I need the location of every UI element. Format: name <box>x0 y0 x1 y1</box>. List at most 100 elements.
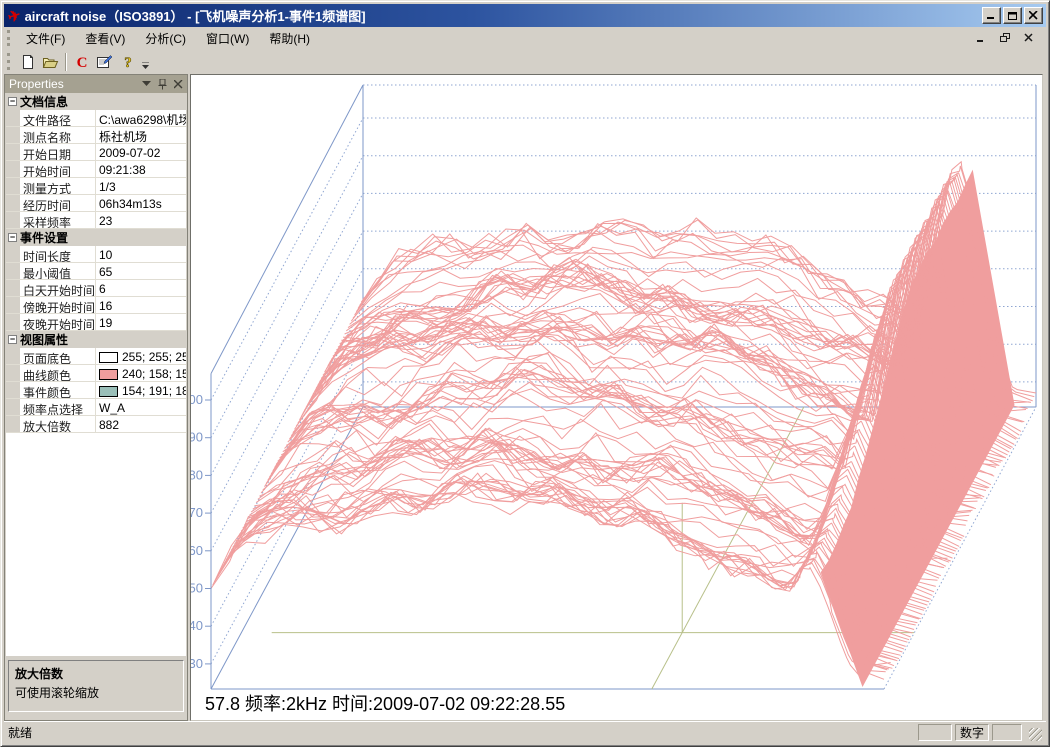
property-row[interactable]: 夜晚开始时间19 <box>6 314 186 331</box>
property-value-text: 882 <box>99 418 119 432</box>
row-indent <box>6 178 20 194</box>
row-indent <box>6 382 20 398</box>
toolbar-grip[interactable] <box>7 53 12 71</box>
property-row[interactable]: 文件路径C:\awa6298\机场 <box>6 110 186 127</box>
property-value-text: 栎社机场 <box>99 128 147 144</box>
property-category[interactable]: −视图属性 <box>6 331 186 348</box>
property-value[interactable]: 882 <box>96 416 186 432</box>
row-indent <box>6 416 20 432</box>
property-label: 放大倍数 <box>20 416 96 432</box>
property-label: 测点名称 <box>20 127 96 143</box>
property-value[interactable]: 19 <box>96 314 186 330</box>
property-category-title: 视图属性 <box>20 331 68 348</box>
property-value-text: 154; 191; 18 <box>122 384 186 398</box>
menu-item-5[interactable]: 帮助(H) <box>259 29 320 49</box>
property-value[interactable]: 23 <box>96 212 186 228</box>
property-value-text: C:\awa6298\机场 <box>99 111 186 127</box>
panel-close-icon[interactable] <box>174 80 183 89</box>
title-bar[interactable]: ✈ aircraft noise（ISO3891） - [飞机噪声分析1-事件1… <box>4 4 1046 27</box>
property-value[interactable]: 09:21:38 <box>96 161 186 177</box>
calibrate-c-button[interactable]: C <box>70 51 93 73</box>
property-value[interactable]: W_A <box>96 399 186 415</box>
row-indent <box>6 348 20 364</box>
panel-menu-chevron-icon[interactable] <box>142 81 151 87</box>
property-value[interactable]: C:\awa6298\机场 <box>96 110 186 126</box>
db-tick-label: 70 <box>191 505 203 520</box>
property-description-box: 放大倍数 可使用滚轮缩放 <box>8 660 184 712</box>
property-row[interactable]: 经历时间06h34m13s <box>6 195 186 212</box>
property-value[interactable]: 6 <box>96 280 186 296</box>
panel-pin-icon[interactable] <box>158 79 167 90</box>
maximize-button[interactable] <box>1003 7 1022 24</box>
property-row[interactable]: 时间长度10 <box>6 246 186 263</box>
menu-item-1[interactable]: 文件(F) <box>16 29 75 49</box>
resize-grip[interactable] <box>1029 728 1042 741</box>
property-value[interactable]: 2009-07-02 <box>96 144 186 160</box>
property-row[interactable]: 最小阈值65 <box>6 263 186 280</box>
property-label: 经历时间 <box>20 195 96 211</box>
help-icon: ? <box>120 54 136 70</box>
property-value[interactable]: 栎社机场 <box>96 127 186 143</box>
menu-item-4[interactable]: 窗口(W) <box>196 29 259 49</box>
property-row[interactable]: 页面底色255; 255; 25 <box>6 348 186 365</box>
spectrogram-view[interactable]: 10090807060504030 57.8 频率:2kHz 时间:2009-0… <box>190 74 1043 721</box>
property-value[interactable]: 255; 255; 25 <box>96 348 186 364</box>
property-category[interactable]: −事件设置 <box>6 229 186 246</box>
color-swatch <box>99 386 118 397</box>
property-value[interactable]: 06h34m13s <box>96 195 186 211</box>
waterfall-chart[interactable]: 10090807060504030 <box>191 75 1042 720</box>
property-category[interactable]: −文档信息 <box>6 93 186 110</box>
properties-sheet-button[interactable] <box>93 51 116 73</box>
row-indent <box>6 297 20 313</box>
property-value[interactable]: 1/3 <box>96 178 186 194</box>
collapse-icon[interactable]: − <box>8 97 17 106</box>
property-row[interactable]: 放大倍数882 <box>6 416 186 433</box>
property-label: 曲线颜色 <box>20 365 96 381</box>
property-row[interactable]: 曲线颜色 240; 158; 15 <box>6 365 186 382</box>
row-indent <box>6 399 20 415</box>
property-category-title: 事件设置 <box>20 229 68 246</box>
mdi-close-icon <box>1024 33 1034 43</box>
properties-panel-title: Properties <box>9 77 64 91</box>
property-row[interactable]: 傍晚开始时间16 <box>6 297 186 314</box>
open-file-button[interactable] <box>39 51 62 73</box>
property-value[interactable]: 240; 158; 15 <box>96 365 186 381</box>
menu-grip[interactable] <box>7 30 12 45</box>
menu-item-2[interactable]: 查看(V) <box>75 29 135 49</box>
new-document-button[interactable] <box>16 51 39 73</box>
property-row[interactable]: 开始日期2009-07-02 <box>6 144 186 161</box>
property-label: 开始日期 <box>20 144 96 160</box>
property-row[interactable]: 事件颜色154; 191; 18 <box>6 382 186 399</box>
mdi-close-button[interactable] <box>1022 32 1036 45</box>
property-value-text: 09:21:38 <box>99 163 146 177</box>
property-value-text: 240; 158; 15 <box>122 367 186 381</box>
property-value[interactable]: 16 <box>96 297 186 313</box>
property-row[interactable]: 测点名称栎社机场 <box>6 127 186 144</box>
property-value[interactable]: 10 <box>96 246 186 262</box>
property-row[interactable]: 开始时间09:21:38 <box>6 161 186 178</box>
property-label: 开始时间 <box>20 161 96 177</box>
collapse-icon[interactable]: − <box>8 335 17 344</box>
mdi-minimize-button[interactable] <box>974 32 988 45</box>
toolbar-overflow-button[interactable] <box>139 51 151 73</box>
close-button[interactable] <box>1024 7 1043 24</box>
properties-panel-header[interactable]: Properties <box>5 75 187 93</box>
minimize-button[interactable] <box>982 7 1001 24</box>
collapse-icon[interactable]: − <box>8 233 17 242</box>
property-row[interactable]: 测量方式1/3 <box>6 178 186 195</box>
app-window: ✈ aircraft noise（ISO3891） - [飞机噪声分析1-事件1… <box>0 0 1050 747</box>
property-value[interactable]: 65 <box>96 263 186 279</box>
property-label: 测量方式 <box>20 178 96 194</box>
property-value[interactable]: 154; 191; 18 <box>96 382 186 398</box>
toolbar-overflow-icon <box>141 62 150 70</box>
open-file-icon <box>42 54 59 70</box>
property-row[interactable]: 采样频率23 <box>6 212 186 229</box>
db-tick-label: 30 <box>191 656 203 671</box>
svg-text:?: ? <box>124 55 132 70</box>
mdi-minimize-icon <box>976 33 986 43</box>
property-row[interactable]: 频率点选择W_A <box>6 399 186 416</box>
mdi-restore-button[interactable] <box>998 32 1012 45</box>
menu-item-3[interactable]: 分析(C) <box>135 29 196 49</box>
property-row[interactable]: 白天开始时间6 <box>6 280 186 297</box>
help-button[interactable]: ? <box>116 51 139 73</box>
